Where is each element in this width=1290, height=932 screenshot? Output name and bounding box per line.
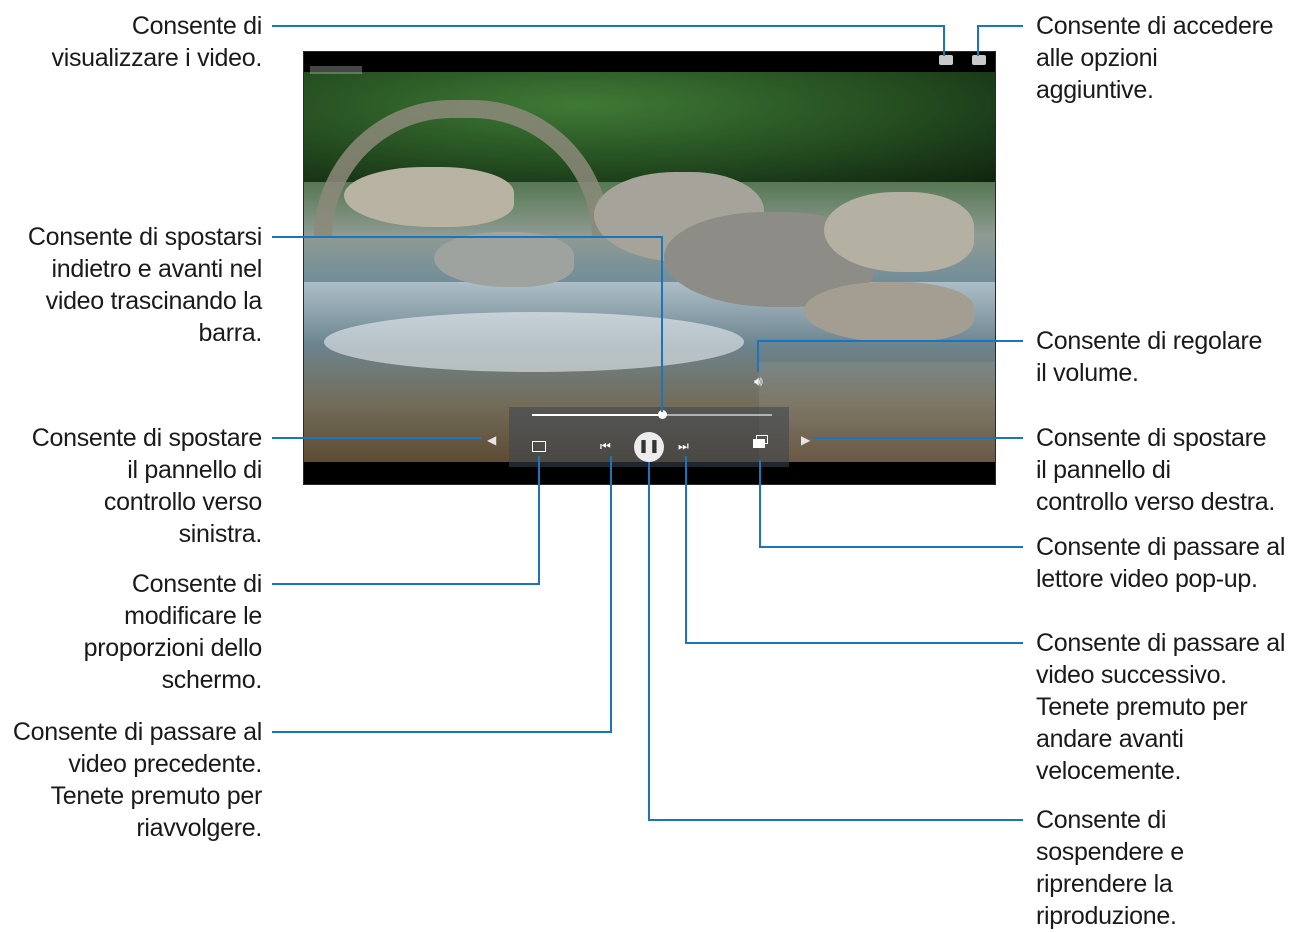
label-next: Consente di passare al video successivo.… [1036, 629, 1286, 785]
label-move-left: Consente di spostare il pannello di cont… [31, 424, 263, 548]
video-foam [324, 312, 744, 372]
label-popup-player: Consente di passare al lettore video pop… [1036, 533, 1286, 593]
label-view-video: Consente di visualizzare i video. [51, 12, 263, 72]
seek-handle[interactable] [657, 410, 667, 419]
title-placeholder [310, 66, 362, 74]
label-pause: Consente di sospendere e riprendere la r… [1036, 806, 1184, 930]
video-rock [434, 232, 574, 287]
view-video-icon[interactable] [939, 55, 953, 65]
label-seek-bar: Consente di spostarsi indietro e avanti … [27, 223, 262, 347]
callout-line-pause [648, 462, 1023, 821]
seek-bar-progress [532, 414, 662, 416]
move-right-arrow-icon[interactable]: ▶ [801, 433, 810, 447]
label-aspect-ratio: Consente di modificare le proporzioni de… [83, 570, 263, 694]
label-previous: Consente di passare al video precedente.… [12, 718, 262, 842]
label-volume: Consente di regolare il volume. [1036, 327, 1263, 387]
popup-player-icon[interactable] [753, 435, 768, 448]
label-more-options: Consente di accedere alle opzioni aggiun… [1036, 12, 1274, 104]
volume-icon[interactable]: 🔊︎ [754, 374, 763, 390]
aspect-ratio-icon[interactable] [532, 441, 546, 452]
callout-line-prev [272, 456, 612, 733]
top-bar [304, 52, 995, 74]
move-left-arrow-icon[interactable]: ◀ [487, 433, 496, 447]
more-options-icon[interactable] [972, 55, 986, 65]
previous-icon[interactable]: ⏮ [600, 439, 611, 453]
video-player-screen: 🔊︎ ◀ ▶ ⏮ ❚❚ ⏭ [303, 51, 996, 485]
label-move-right: Consente di spostare il pannello di cont… [1036, 424, 1276, 516]
next-icon[interactable]: ⏭ [678, 439, 689, 453]
pause-icon[interactable]: ❚❚ [634, 432, 664, 462]
video-overlay [759, 362, 995, 462]
video-frame[interactable] [304, 72, 995, 462]
